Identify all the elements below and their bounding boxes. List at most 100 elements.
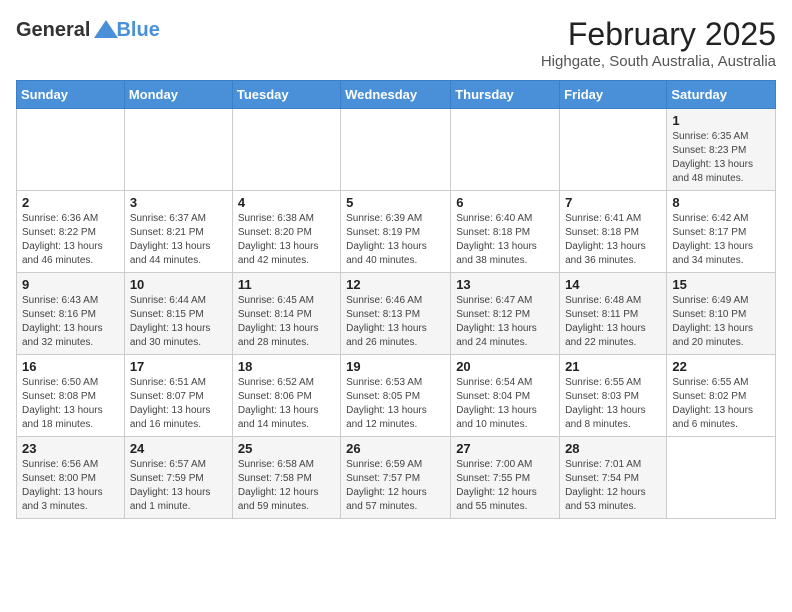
- table-row: 18 Sunrise: 6:52 AM Sunset: 8:06 PM Dayli…: [232, 355, 340, 437]
- table-row: 12 Sunrise: 6:46 AM Sunset: 8:13 PM Dayli…: [341, 273, 451, 355]
- day-number: 23: [22, 441, 119, 456]
- table-row: 19 Sunrise: 6:53 AM Sunset: 8:05 PM Dayli…: [341, 355, 451, 437]
- day-info: Sunrise: 6:46 AM Sunset: 8:13 PM Dayligh…: [346, 294, 445, 350]
- day-info: Sunrise: 6:47 AM Sunset: 8:12 PM Dayligh…: [456, 294, 554, 350]
- header-saturday: Saturday: [667, 81, 776, 109]
- calendar-table: Sunday Monday Tuesday Wednesday Thursday…: [16, 80, 776, 519]
- header-sunday: Sunday: [17, 81, 125, 109]
- day-number: 22: [672, 359, 770, 374]
- table-row: 21 Sunrise: 6:55 AM Sunset: 8:03 PM Dayli…: [560, 355, 667, 437]
- day-info: Sunrise: 6:55 AM Sunset: 8:03 PM Dayligh…: [565, 376, 661, 432]
- day-info: Sunrise: 6:40 AM Sunset: 8:18 PM Dayligh…: [456, 212, 554, 268]
- table-row: 6 Sunrise: 6:40 AM Sunset: 8:18 PM Daylig…: [451, 191, 560, 273]
- logo-blue: Blue: [116, 19, 159, 42]
- day-number: 6: [456, 195, 554, 210]
- day-number: 28: [565, 441, 661, 456]
- header-friday: Friday: [560, 81, 667, 109]
- calendar-header-row: Sunday Monday Tuesday Wednesday Thursday…: [17, 81, 776, 109]
- table-row: 1 Sunrise: 6:35 AM Sunset: 8:23 PM Daylig…: [667, 109, 776, 191]
- day-number: 16: [22, 359, 119, 374]
- table-row: 5 Sunrise: 6:39 AM Sunset: 8:19 PM Daylig…: [341, 191, 451, 273]
- table-row: 13 Sunrise: 6:47 AM Sunset: 8:12 PM Dayli…: [451, 273, 560, 355]
- table-row: 7 Sunrise: 6:41 AM Sunset: 8:18 PM Daylig…: [560, 191, 667, 273]
- day-number: 21: [565, 359, 661, 374]
- day-number: 10: [130, 277, 227, 292]
- day-info: Sunrise: 7:01 AM Sunset: 7:54 PM Dayligh…: [565, 458, 661, 514]
- day-number: 17: [130, 359, 227, 374]
- table-row: 25Sunrise: 6:58 AM Sunset: 7:58 PM Dayli…: [232, 437, 340, 519]
- table-row: 15 Sunrise: 6:49 AM Sunset: 8:10 PM Dayli…: [667, 273, 776, 355]
- day-info: Sunrise: 6:53 AM Sunset: 8:05 PM Dayligh…: [346, 376, 445, 432]
- header-thursday: Thursday: [451, 81, 560, 109]
- day-info: Sunrise: 6:50 AM Sunset: 8:08 PM Dayligh…: [22, 376, 119, 432]
- logo-general: General: [16, 19, 90, 42]
- day-number: 26: [346, 441, 445, 456]
- day-info: Sunrise: 6:45 AM Sunset: 8:14 PM Dayligh…: [238, 294, 335, 350]
- day-info: Sunrise: 6:39 AM Sunset: 8:19 PM Dayligh…: [346, 212, 445, 268]
- title-section: February 2025 Highgate, South Australia,…: [541, 16, 776, 70]
- table-row: [341, 109, 451, 191]
- calendar-week-row: 9Sunrise: 6:43 AM Sunset: 8:16 PM Daylig…: [17, 273, 776, 355]
- table-row: [667, 437, 776, 519]
- day-number: 15: [672, 277, 770, 292]
- day-number: 24: [130, 441, 227, 456]
- header-monday: Monday: [124, 81, 232, 109]
- calendar-week-row: 23 Sunrise: 6:56 AM Sunset: 8:00 PM Dayli…: [17, 437, 776, 519]
- calendar-week-row: 1 Sunrise: 6:35 AM Sunset: 8:23 PM Daylig…: [17, 109, 776, 191]
- table-row: 22 Sunrise: 6:55 AM Sunset: 8:02 PM Dayli…: [667, 355, 776, 437]
- day-number: 3: [130, 195, 227, 210]
- header-wednesday: Wednesday: [341, 81, 451, 109]
- day-info: Sunrise: 6:42 AM Sunset: 8:17 PM Dayligh…: [672, 212, 770, 268]
- day-number: 13: [456, 277, 554, 292]
- day-number: 4: [238, 195, 335, 210]
- calendar-week-row: 16 Sunrise: 6:50 AM Sunset: 8:08 PM Dayli…: [17, 355, 776, 437]
- table-row: [124, 109, 232, 191]
- location-title: Highgate, South Australia, Australia: [541, 53, 776, 70]
- day-info: Sunrise: 6:37 AM Sunset: 8:21 PM Dayligh…: [130, 212, 227, 268]
- day-info: Sunrise: 7:00 AM Sunset: 7:55 PM Dayligh…: [456, 458, 554, 514]
- table-row: 16 Sunrise: 6:50 AM Sunset: 8:08 PM Dayli…: [17, 355, 125, 437]
- table-row: 17 Sunrise: 6:51 AM Sunset: 8:07 PM Dayli…: [124, 355, 232, 437]
- day-info: Sunrise: 6:51 AM Sunset: 8:07 PM Dayligh…: [130, 376, 227, 432]
- calendar-week-row: 2 Sunrise: 6:36 AM Sunset: 8:22 PM Daylig…: [17, 191, 776, 273]
- table-row: [17, 109, 125, 191]
- day-info: Sunrise: 6:57 AM Sunset: 7:59 PM Dayligh…: [130, 458, 227, 514]
- table-row: [232, 109, 340, 191]
- table-row: 2 Sunrise: 6:36 AM Sunset: 8:22 PM Daylig…: [17, 191, 125, 273]
- day-number: 7: [565, 195, 661, 210]
- day-info: Sunrise: 6:36 AM Sunset: 8:22 PM Dayligh…: [22, 212, 119, 268]
- day-number: 27: [456, 441, 554, 456]
- day-info: Sunrise: 6:54 AM Sunset: 8:04 PM Dayligh…: [456, 376, 554, 432]
- table-row: 23 Sunrise: 6:56 AM Sunset: 8:00 PM Dayli…: [17, 437, 125, 519]
- table-row: 27 Sunrise: 7:00 AM Sunset: 7:55 PM Dayli…: [451, 437, 560, 519]
- table-row: 9Sunrise: 6:43 AM Sunset: 8:16 PM Daylig…: [17, 273, 125, 355]
- header: General Blue February 2025 Highgate, Sou…: [16, 16, 776, 70]
- day-info: Sunrise: 6:41 AM Sunset: 8:18 PM Dayligh…: [565, 212, 661, 268]
- table-row: 8Sunrise: 6:42 AM Sunset: 8:17 PM Daylig…: [667, 191, 776, 273]
- table-row: 4Sunrise: 6:38 AM Sunset: 8:20 PM Daylig…: [232, 191, 340, 273]
- day-number: 18: [238, 359, 335, 374]
- month-title: February 2025: [541, 16, 776, 53]
- day-number: 1: [672, 113, 770, 128]
- day-info: Sunrise: 6:35 AM Sunset: 8:23 PM Dayligh…: [672, 130, 770, 186]
- day-number: 25: [238, 441, 335, 456]
- day-number: 12: [346, 277, 445, 292]
- day-number: 20: [456, 359, 554, 374]
- day-number: 14: [565, 277, 661, 292]
- day-info: Sunrise: 6:48 AM Sunset: 8:11 PM Dayligh…: [565, 294, 661, 350]
- table-row: 3 Sunrise: 6:37 AM Sunset: 8:21 PM Daylig…: [124, 191, 232, 273]
- day-number: 11: [238, 277, 335, 292]
- day-number: 9: [22, 277, 119, 292]
- table-row: [560, 109, 667, 191]
- day-info: Sunrise: 6:55 AM Sunset: 8:02 PM Dayligh…: [672, 376, 770, 432]
- day-info: Sunrise: 6:52 AM Sunset: 8:06 PM Dayligh…: [238, 376, 335, 432]
- day-number: 2: [22, 195, 119, 210]
- day-number: 19: [346, 359, 445, 374]
- day-info: Sunrise: 6:56 AM Sunset: 8:00 PM Dayligh…: [22, 458, 119, 514]
- day-number: 5: [346, 195, 445, 210]
- table-row: 26 Sunrise: 6:59 AM Sunset: 7:57 PM Dayli…: [341, 437, 451, 519]
- day-info: Sunrise: 6:49 AM Sunset: 8:10 PM Dayligh…: [672, 294, 770, 350]
- day-info: Sunrise: 6:59 AM Sunset: 7:57 PM Dayligh…: [346, 458, 445, 514]
- table-row: 24 Sunrise: 6:57 AM Sunset: 7:59 PM Dayli…: [124, 437, 232, 519]
- table-row: 14 Sunrise: 6:48 AM Sunset: 8:11 PM Dayli…: [560, 273, 667, 355]
